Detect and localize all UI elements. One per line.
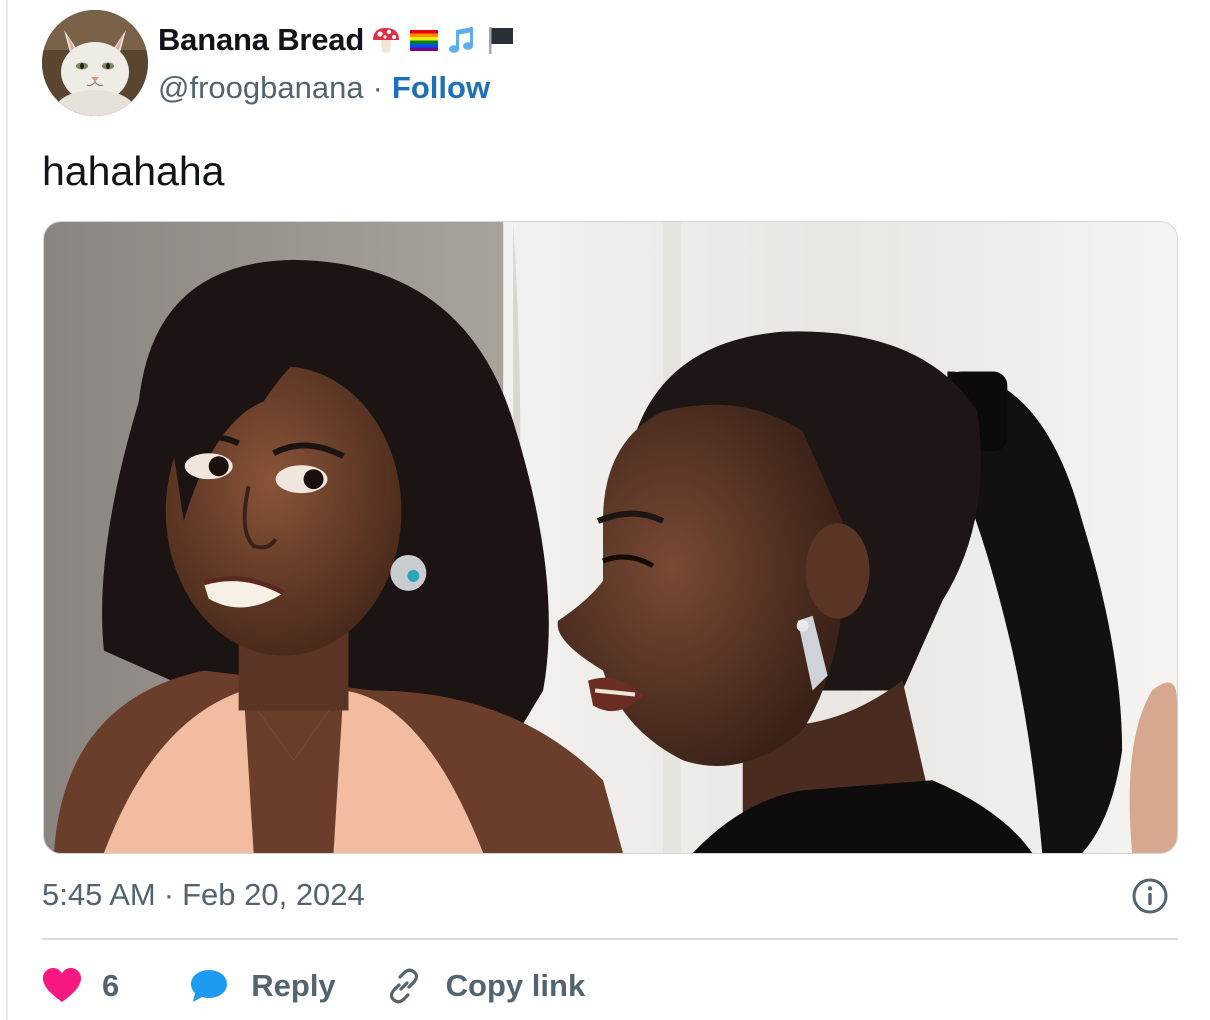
cat-avatar-image (42, 10, 148, 116)
timestamp-separator: · (163, 877, 175, 912)
like-count: 6 (102, 968, 120, 1003)
copy-link-label: Copy link (445, 968, 586, 1003)
music-notes-icon (446, 24, 478, 56)
speech-bubble-icon (189, 968, 229, 1004)
like-button[interactable]: 6 (42, 968, 119, 1004)
tweet-card: Banana Bread @froogbanana · Follow hahah… (0, 0, 1210, 1020)
tweet-date: Feb 20, 2024 (182, 877, 365, 912)
tweet-actions: 6 Reply Copy link (42, 960, 585, 1012)
follow-button[interactable]: Follow (392, 70, 490, 106)
rainbow-flag-icon (408, 24, 440, 56)
tweet-text: hahahaha (42, 148, 225, 194)
reply-button[interactable]: Reply (189, 968, 336, 1004)
handle-separator: · (372, 70, 383, 105)
divider (42, 938, 1178, 940)
tweet-timestamp[interactable]: 5:45 AM · Feb 20, 2024 (42, 875, 365, 915)
black-flag-icon (484, 24, 516, 56)
tweet-media-photo[interactable] (43, 221, 1178, 854)
author-handle[interactable]: @froogbanana (158, 70, 364, 106)
author-name-row: Banana Bread (158, 20, 516, 60)
author-handle-row: @froogbanana · Follow (158, 68, 490, 108)
copy-link-button[interactable]: Copy link (384, 966, 586, 1006)
photo-image (44, 222, 1177, 853)
author-display-name[interactable]: Banana Bread (158, 22, 364, 58)
mushroom-icon (370, 24, 402, 56)
heart-icon (42, 968, 82, 1004)
link-icon (384, 966, 424, 1006)
reply-label: Reply (251, 968, 336, 1003)
info-icon[interactable] (1130, 876, 1170, 916)
tweet-time: 5:45 AM (42, 877, 156, 912)
avatar[interactable] (42, 10, 148, 116)
